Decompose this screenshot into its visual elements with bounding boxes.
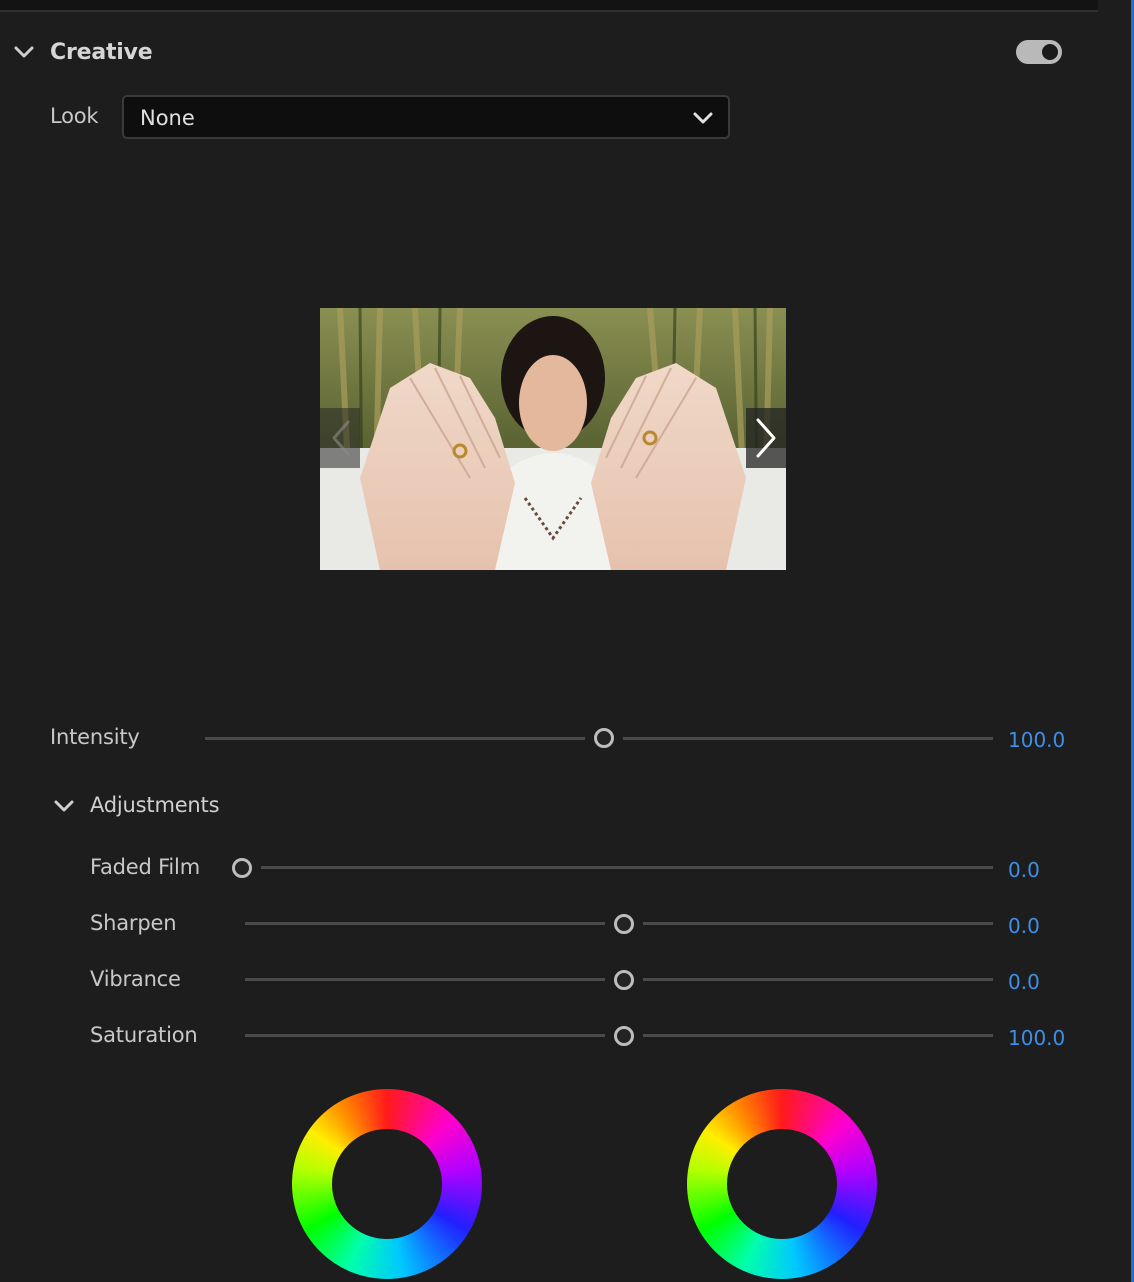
look-preview-image [320,308,786,570]
adjustments-section-title: Adjustments [90,793,220,817]
wheel-center[interactable] [332,1129,442,1239]
vibrance-slider-thumb[interactable] [614,970,634,990]
saturation-track-right[interactable] [643,1034,993,1037]
saturation-label: Saturation [90,1023,198,1047]
chevron-down-icon [692,110,714,130]
look-dropdown[interactable]: None [122,95,730,139]
intensity-track-right[interactable] [623,737,993,740]
faded-film-value[interactable]: 0.0 [1008,858,1040,882]
sharpen-slider-thumb[interactable] [614,914,634,934]
faded-film-label: Faded Film [90,855,200,879]
toggle-knob [1042,44,1058,60]
vibrance-track-right[interactable] [643,978,993,981]
panel-top-bar [0,0,1098,12]
highlight-tint-wheel[interactable] [687,1089,877,1279]
vibrance-value[interactable]: 0.0 [1008,970,1040,994]
creative-section-title: Creative [50,40,153,65]
adjustments-collapse-chevron-icon[interactable] [54,796,74,816]
intensity-value[interactable]: 100.0 [1008,728,1065,752]
creative-enable-toggle[interactable] [1016,40,1062,64]
shadow-tint-wheel[interactable] [292,1089,482,1279]
intensity-track-left[interactable] [205,737,585,740]
look-label: Look [50,104,99,128]
creative-collapse-chevron-icon[interactable] [14,42,34,62]
preview-next-button[interactable] [746,408,786,468]
sharpen-value[interactable]: 0.0 [1008,914,1040,938]
saturation-value[interactable]: 100.0 [1008,1026,1065,1050]
faded-film-slider-thumb[interactable] [232,858,252,878]
vibrance-label: Vibrance [90,967,181,991]
saturation-slider-thumb[interactable] [614,1026,634,1046]
intensity-slider-thumb[interactable] [594,728,614,748]
sharpen-label: Sharpen [90,911,177,935]
wheel-center[interactable] [727,1129,837,1239]
preview-prev-button[interactable] [320,408,360,468]
sharpen-track-right[interactable] [643,922,993,925]
vibrance-track-left[interactable] [245,978,605,981]
chevron-right-icon [746,408,786,468]
faded-film-track[interactable] [261,866,993,869]
intensity-label: Intensity [50,725,140,749]
look-dropdown-value: None [140,106,195,130]
chevron-left-icon [320,408,360,468]
sharpen-track-left[interactable] [245,922,605,925]
saturation-track-left[interactable] [245,1034,605,1037]
